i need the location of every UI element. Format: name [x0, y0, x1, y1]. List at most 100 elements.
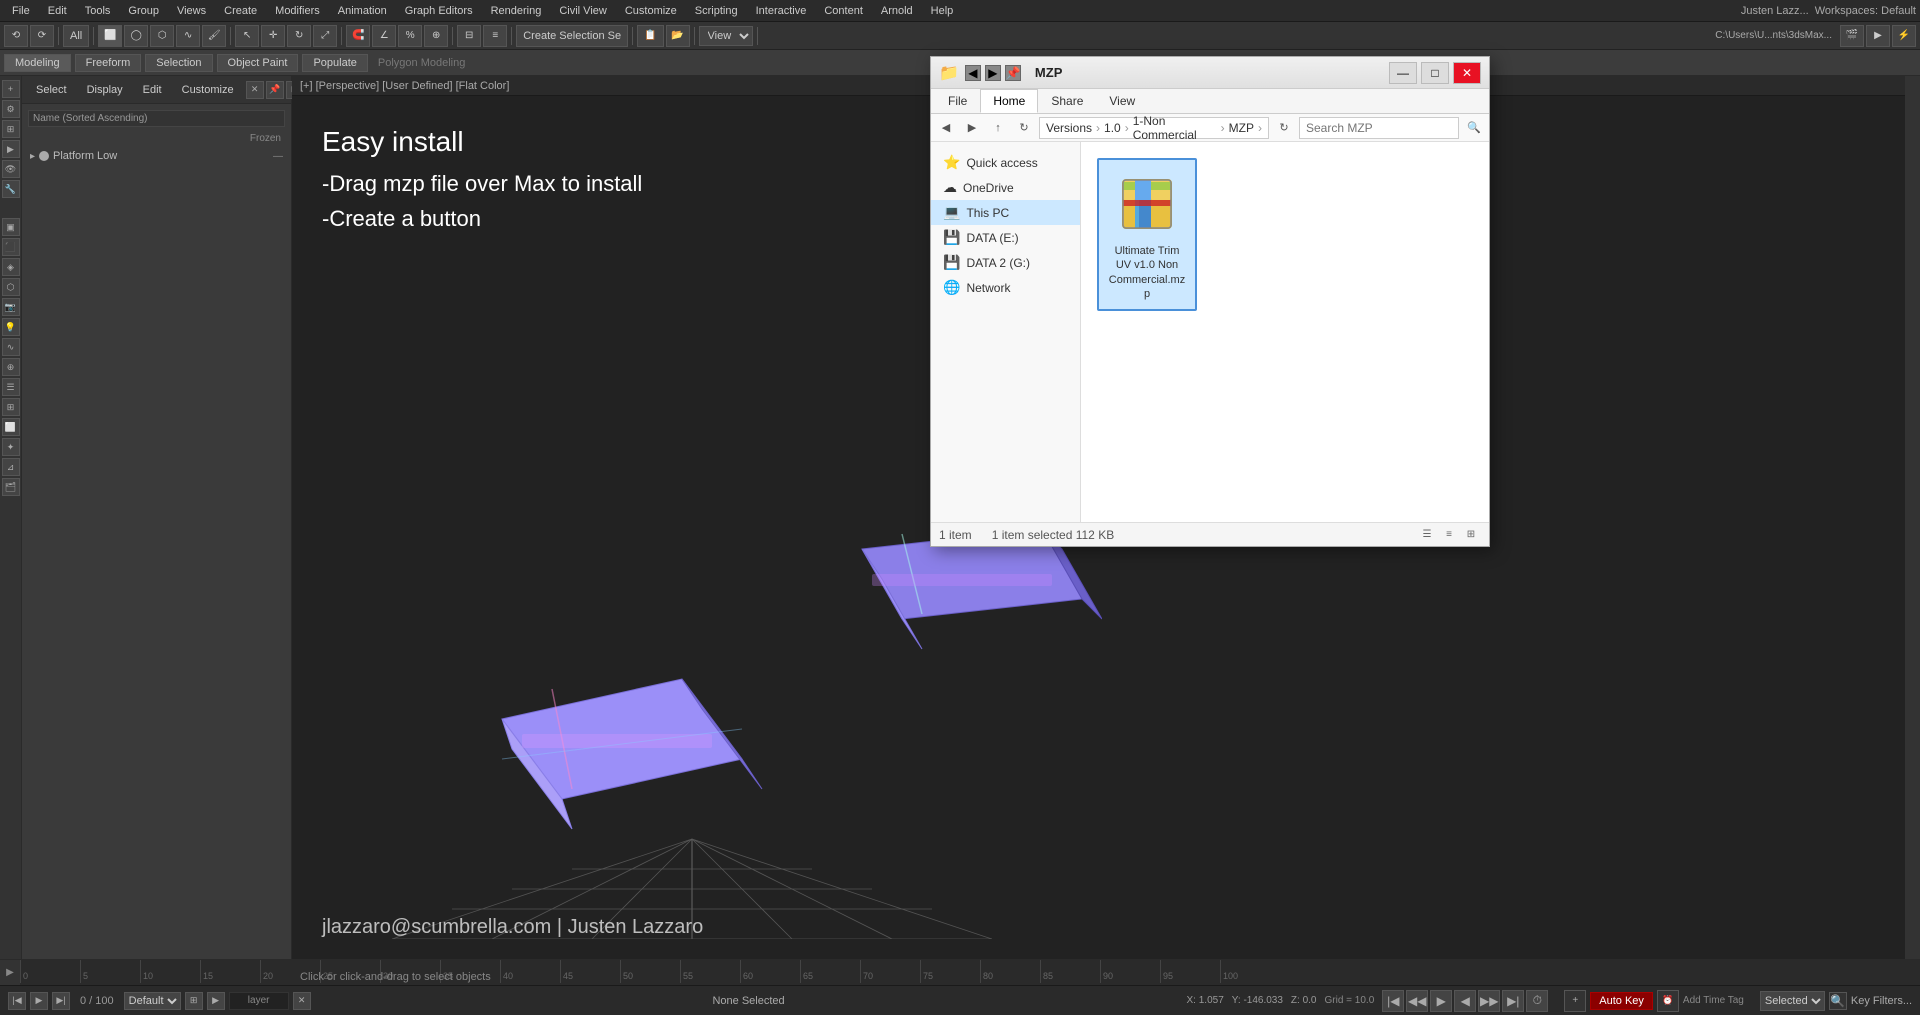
fe-back-btn[interactable]: ◀ [935, 117, 957, 139]
fe-search-input[interactable] [1299, 117, 1459, 139]
obj-type4-btn[interactable]: ⬡ [2, 278, 20, 296]
layers-btn[interactable]: 📂 [666, 25, 690, 47]
fe-up-btn[interactable]: ↑ [987, 117, 1009, 139]
frame-forward-btn[interactable]: ▶| [52, 992, 70, 1010]
key-filters-label[interactable]: Key Filters... [1851, 995, 1912, 1007]
fe-maximize-btn[interactable]: □ [1421, 62, 1449, 84]
auto-key-btn[interactable]: Auto Key [1590, 992, 1653, 1010]
selected-dropdown[interactable]: Selected [1760, 991, 1825, 1011]
named-sel-btn[interactable]: 📋 [637, 25, 663, 47]
fe-list-view-btn[interactable]: ☰ [1417, 526, 1437, 544]
fe-sidebar-network[interactable]: 🌐 Network [931, 275, 1080, 300]
menu-modifiers[interactable]: Modifiers [267, 3, 328, 19]
fe-sidebar-data-e[interactable]: 💾 DATA (E:) [931, 225, 1080, 250]
obj-type8-btn[interactable]: ⊕ [2, 358, 20, 376]
prev-key-btn[interactable]: ◀◀ [1406, 990, 1428, 1012]
utilities-icon-btn[interactable]: 🔧 [2, 180, 20, 198]
obj-type13-btn[interactable]: ⊿ [2, 458, 20, 476]
right-scrollbar[interactable] [1905, 76, 1920, 959]
search-filter-btn[interactable]: 🔍 [1829, 992, 1847, 1010]
fe-sidebar-this-pc[interactable]: 💻 This PC [931, 200, 1080, 225]
obj-type12-btn[interactable]: ✦ [2, 438, 20, 456]
select-move-btn[interactable]: ✛ [261, 25, 285, 47]
fe-sidebar-data2-g[interactable]: 💾 DATA 2 (G:) [931, 250, 1080, 275]
fe-file-mzp[interactable]: Ultimate Trim UV v1.0 Non Commercial.mzp [1097, 158, 1197, 311]
obj-type7-btn[interactable]: ∿ [2, 338, 20, 356]
mirror-btn[interactable]: ⊟ [457, 25, 481, 47]
menu-civil-view[interactable]: Civil View [551, 3, 614, 19]
obj-type11-btn[interactable]: ⬜ [2, 418, 20, 436]
fe-icon-btn3[interactable]: 📌 [1005, 65, 1021, 81]
percent-snap-btn[interactable]: % [398, 25, 422, 47]
fe-details-view-btn[interactable]: ≡ [1439, 526, 1459, 544]
view-dropdown[interactable]: View [699, 26, 753, 46]
circle-select-btn[interactable]: ◯ [124, 25, 148, 47]
render-setup-btn[interactable]: 🎬 [1840, 25, 1864, 47]
obj-type6-btn[interactable]: 💡 [2, 318, 20, 336]
add-time-tag-btn[interactable]: ⏰ [1657, 990, 1679, 1012]
mode-select[interactable]: Default [124, 992, 181, 1010]
select-by-name-btn[interactable]: All [63, 25, 89, 47]
menu-edit[interactable]: Edit [40, 3, 75, 19]
fe-tile-view-btn[interactable]: ⊞ [1461, 526, 1481, 544]
next-key-btn[interactable]: ▶▶ [1478, 990, 1500, 1012]
prev-frame-btn[interactable]: |◀ [1382, 990, 1404, 1012]
selection-tab[interactable]: Selection [145, 54, 212, 72]
scene-item-platform[interactable]: ▸ Platform Low — [26, 148, 287, 164]
obj-type10-btn[interactable]: ⊞ [2, 398, 20, 416]
menu-arnold[interactable]: Arnold [873, 3, 921, 19]
select-rotate-btn[interactable]: ↻ [287, 25, 311, 47]
fe-sidebar-onedrive[interactable]: ☁ OneDrive [931, 175, 1080, 200]
fe-close-btn[interactable]: ✕ [1453, 62, 1481, 84]
object-paint-tab[interactable]: Object Paint [217, 54, 299, 72]
menu-create[interactable]: Create [216, 3, 265, 19]
menu-interactive[interactable]: Interactive [748, 3, 815, 19]
fe-tab-file[interactable]: File [935, 89, 980, 113]
align-btn[interactable]: ≡ [483, 25, 507, 47]
lasso-select-btn[interactable]: ∿ [176, 25, 200, 47]
add-key-btn[interactable]: + [1564, 990, 1586, 1012]
time-config-btn[interactable]: ⏱ [1526, 990, 1548, 1012]
fe-tab-home[interactable]: Home [980, 89, 1038, 113]
fe-breadcrumb[interactable]: Versions › 1.0 › 1-Non Commercial › MZP … [1039, 117, 1269, 139]
fe-refresh2-btn[interactable]: ↻ [1273, 117, 1295, 139]
customize-btn[interactable]: Customize [174, 82, 242, 98]
fe-minimize-btn[interactable]: — [1389, 62, 1417, 84]
menu-rendering[interactable]: Rendering [483, 3, 550, 19]
fe-tab-share[interactable]: Share [1038, 89, 1096, 113]
input-close[interactable]: ✕ [293, 992, 311, 1010]
fe-search-go-btn[interactable]: 🔍 [1463, 117, 1485, 139]
populate-tab[interactable]: Populate [302, 54, 367, 72]
modify-icon-btn[interactable]: ⚙ [2, 100, 20, 118]
fence-select-btn[interactable]: ⬡ [150, 25, 174, 47]
pin-btn[interactable]: 📌 [266, 81, 284, 99]
modeling-tab[interactable]: Modeling [4, 54, 71, 72]
obj-type9-btn[interactable]: ☰ [2, 378, 20, 396]
display-icon-btn[interactable]: 👁 [2, 160, 20, 178]
menu-group[interactable]: Group [120, 3, 167, 19]
select-obj-btn[interactable]: ↖ [235, 25, 259, 47]
next-frame-btn[interactable]: ▶| [1502, 990, 1524, 1012]
snaps-toggle-btn[interactable]: 🧲 [346, 25, 370, 47]
rect-select-btn[interactable]: ⬜ [98, 25, 122, 47]
obj-type3-btn[interactable]: ◈ [2, 258, 20, 276]
menu-tools[interactable]: Tools [77, 3, 119, 19]
fe-forward-btn[interactable]: ▶ [961, 117, 983, 139]
angle-snap-btn[interactable]: ∠ [372, 25, 396, 47]
select-btn[interactable]: Select [28, 82, 75, 98]
render-frame-btn[interactable]: ▶ [1866, 25, 1890, 47]
frame-backward-btn[interactable]: |◀ [8, 992, 26, 1010]
fe-sidebar-quick-access[interactable]: ⭐ Quick access [931, 150, 1080, 175]
render-interactive-btn[interactable]: ⚡ [1892, 25, 1916, 47]
play-reverse-btn[interactable]: ◀ [1454, 990, 1476, 1012]
create-icon-btn[interactable]: + [2, 80, 20, 98]
menu-animation[interactable]: Animation [330, 3, 395, 19]
fe-refresh-btn[interactable]: ↻ [1013, 117, 1035, 139]
edit-btn[interactable]: Edit [135, 82, 170, 98]
close-panel-btn[interactable]: ✕ [246, 81, 264, 99]
obj-type5-btn[interactable]: 📷 [2, 298, 20, 316]
play-btn[interactable]: ▶ [30, 992, 48, 1010]
menu-customize[interactable]: Customize [617, 3, 685, 19]
menu-views[interactable]: Views [169, 3, 214, 19]
display-btn[interactable]: Display [79, 82, 131, 98]
